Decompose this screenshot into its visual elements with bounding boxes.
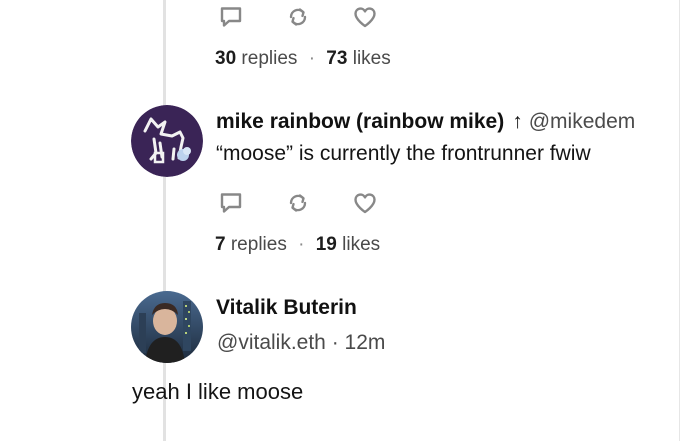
arrow-up-icon: ↑: [512, 110, 523, 133]
moose-drawing-avatar: [131, 105, 203, 177]
like-label[interactable]: likes: [353, 48, 391, 69]
reply-count[interactable]: 7: [215, 234, 226, 255]
reply-button[interactable]: [218, 4, 244, 30]
reply-count[interactable]: 30: [215, 48, 236, 69]
post-header: Vitalik Buterin: [216, 296, 357, 320]
post-text: yeah I like moose: [132, 379, 304, 404]
separator: ·: [298, 234, 305, 255]
reply-label[interactable]: replies: [231, 234, 287, 255]
like-button[interactable]: [352, 190, 378, 216]
post-text: “moose” is currently the frontrunner fwi…: [216, 142, 591, 165]
avatar[interactable]: [131, 291, 203, 363]
photo-avatar: [131, 291, 203, 363]
author-name[interactable]: Vitalik Buterin: [216, 296, 357, 319]
timestamp[interactable]: 12m: [345, 331, 386, 354]
thread-line: [163, 0, 166, 105]
like-button[interactable]: [352, 4, 378, 30]
repost-button[interactable]: [285, 4, 311, 30]
heart-icon: [354, 193, 376, 214]
reply-button[interactable]: [218, 190, 244, 216]
repost-button[interactable]: [285, 190, 311, 216]
reply-label[interactable]: replies: [241, 48, 297, 69]
author-handle[interactable]: @mikedem: [529, 110, 636, 133]
author-name[interactable]: mike rainbow (rainbow mike): [216, 110, 504, 133]
like-count[interactable]: 19: [316, 234, 337, 255]
post-actions: [218, 4, 378, 30]
like-count[interactable]: 73: [326, 48, 347, 69]
comment-icon: [220, 7, 242, 27]
heart-icon: [354, 7, 376, 28]
like-label[interactable]: likes: [342, 234, 380, 255]
comment-icon: [220, 193, 242, 213]
post-meta: @vitalik.eth · 12m: [217, 331, 385, 355]
post-actions: [218, 190, 378, 216]
post-stats: 7 replies · 19 likes: [215, 234, 380, 256]
author-handle[interactable]: @vitalik.eth: [217, 331, 326, 354]
post-header: mike rainbow (rainbow mike) ↑ @mikedem: [216, 110, 635, 134]
repost-icon: [289, 8, 307, 26]
repost-icon: [289, 194, 307, 212]
avatar[interactable]: [131, 105, 203, 177]
separator: ·: [331, 331, 339, 354]
post-stats: 30 replies · 73 likes: [215, 48, 391, 70]
separator: ·: [308, 48, 316, 69]
